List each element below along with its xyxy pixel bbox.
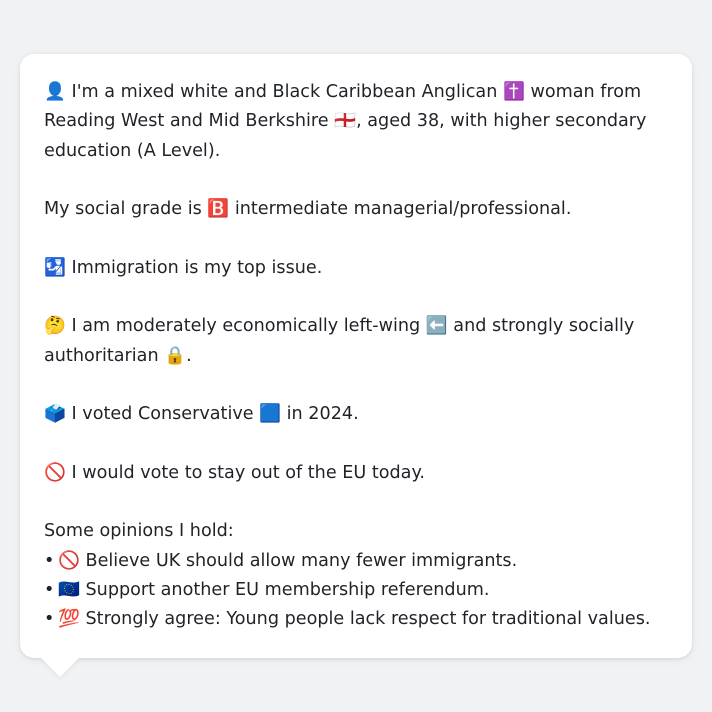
bullet: • — [44, 580, 55, 601]
vote-2024-text: 🗳️ I voted Conservative 🟦 in 2024. — [44, 404, 359, 425]
opinions-heading: Some opinions I hold: — [44, 521, 234, 542]
eu-vote-text: 🚫 I would vote to stay out of the EU tod… — [44, 462, 425, 483]
opinion-text: 🚫 Believe UK should allow many fewer imm… — [58, 550, 518, 571]
top-issue-text: 🛂 Immigration is my top issue. — [44, 257, 323, 278]
list-item: • 💯 Strongly agree: Young people lack res… — [44, 605, 668, 634]
opinion-text: 🇪🇺 Support another EU membership referen… — [58, 580, 490, 601]
message-bubble: 👤 I'm a mixed white and Black Caribbean … — [20, 54, 692, 658]
list-item: • 🚫 Believe UK should allow many fewer im… — [44, 547, 668, 576]
bubble-tail — [40, 657, 80, 677]
social-grade-text: My social grade is 🅱️ intermediate manag… — [44, 199, 572, 220]
bullet: • — [44, 550, 55, 571]
intro-text: 👤 I'm a mixed white and Black Caribbean … — [44, 82, 647, 161]
opinion-text: 💯 Strongly agree: Young people lack resp… — [58, 609, 651, 630]
ideology-text: 🤔 I am moderately economically left-wing… — [44, 316, 635, 366]
opinions-list: • 🚫 Believe UK should allow many fewer im… — [44, 547, 668, 635]
bullet: • — [44, 609, 55, 630]
list-item: • 🇪🇺 Support another EU membership refere… — [44, 576, 668, 605]
